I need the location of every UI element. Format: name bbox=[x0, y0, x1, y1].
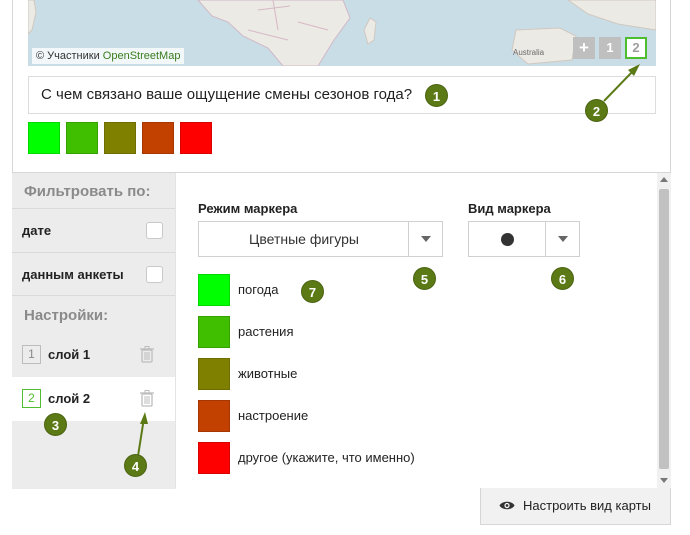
legend-label: другое (укажите, что именно) bbox=[238, 450, 415, 465]
marker-view-label: Вид маркера bbox=[468, 201, 551, 216]
sidebar-layer-2[interactable]: 2 слой 2 bbox=[12, 377, 176, 421]
swatch-plants[interactable] bbox=[66, 122, 98, 154]
chevron-down-icon bbox=[545, 222, 579, 256]
marker-mode-value: Цветные фигуры bbox=[249, 231, 359, 247]
filter-survey-row[interactable]: данным анкеты bbox=[12, 252, 175, 296]
marker-mode-select[interactable]: Цветные фигуры bbox=[198, 221, 443, 257]
legend-label: настроение bbox=[238, 408, 309, 423]
openstreetmap-link[interactable]: OpenStreetMap bbox=[103, 50, 181, 62]
swatch-other[interactable] bbox=[180, 122, 212, 154]
scroll-down-icon[interactable] bbox=[660, 478, 668, 483]
annotation-badge-1: 1 bbox=[425, 84, 448, 107]
trash-icon[interactable] bbox=[140, 346, 154, 363]
layer-2-label: слой 2 bbox=[48, 391, 91, 406]
legend-swatch[interactable] bbox=[198, 274, 230, 306]
filter-date-row[interactable]: дате bbox=[12, 208, 175, 252]
layer-2-button[interactable]: 2 bbox=[625, 37, 647, 59]
sidebar: Фильтровать по: дате данным анкеты Настр… bbox=[12, 173, 176, 489]
legend-label: погода bbox=[238, 282, 279, 297]
attribution-prefix: © Участники bbox=[36, 50, 103, 62]
layer-1-button[interactable]: 1 bbox=[599, 37, 621, 59]
legend-label: животные bbox=[238, 366, 298, 381]
marker-mode-label: Режим маркера bbox=[198, 201, 298, 216]
map-layer-controls: + 1 2 bbox=[573, 37, 647, 59]
annotation-badge-4: 4 bbox=[124, 454, 147, 477]
settings-panel: Фильтровать по: дате данным анкеты Настр… bbox=[12, 172, 671, 489]
question-text: С чем связано ваше ощущение смены сезоно… bbox=[28, 76, 656, 114]
marker-settings: Режим маркера Цветные фигуры Вид маркера… bbox=[175, 173, 657, 489]
scroll-thumb[interactable] bbox=[659, 189, 669, 469]
legend-swatch[interactable] bbox=[198, 358, 230, 390]
configure-map-label: Настроить вид карты bbox=[523, 498, 651, 513]
layer-1-label: слой 1 bbox=[48, 347, 91, 362]
trash-icon[interactable] bbox=[140, 390, 154, 407]
settings-heading: Настройки: bbox=[24, 307, 109, 324]
sidebar-layer-1[interactable]: 1 слой 1 bbox=[12, 333, 175, 377]
filter-date-checkbox[interactable] bbox=[146, 222, 163, 239]
annotation-badge-3: 3 bbox=[44, 413, 67, 436]
legend-label: растения bbox=[238, 324, 294, 339]
marker-view-select[interactable] bbox=[468, 221, 580, 257]
chevron-down-icon bbox=[408, 222, 442, 256]
annotation-badge-5: 5 bbox=[413, 267, 436, 290]
filter-survey-label: данным анкеты bbox=[22, 267, 124, 282]
legend-swatch[interactable] bbox=[198, 400, 230, 432]
scroll-up-icon[interactable] bbox=[660, 177, 668, 182]
layer-1-number: 1 bbox=[22, 345, 41, 364]
legend-swatch[interactable] bbox=[198, 442, 230, 474]
annotation-badge-2: 2 bbox=[585, 99, 608, 122]
color-swatches bbox=[28, 122, 212, 154]
swatch-animals[interactable] bbox=[104, 122, 136, 154]
add-layer-button[interactable]: + bbox=[573, 37, 595, 59]
filter-heading: Фильтровать по: bbox=[24, 183, 151, 200]
panel-scrollbar[interactable] bbox=[657, 173, 671, 489]
annotation-badge-7: 7 bbox=[301, 280, 324, 303]
swatch-weather[interactable] bbox=[28, 122, 60, 154]
configure-map-button[interactable]: Настроить вид карты bbox=[480, 488, 671, 525]
layer-2-number: 2 bbox=[22, 389, 41, 408]
map-region-label: Australia bbox=[513, 48, 545, 57]
filter-date-label: дате bbox=[22, 223, 52, 238]
legend-swatch[interactable] bbox=[198, 316, 230, 348]
map-attribution: © Участники OpenStreetMap bbox=[32, 48, 185, 64]
circle-marker-icon bbox=[501, 233, 514, 246]
annotation-badge-6: 6 bbox=[551, 267, 574, 290]
swatch-mood[interactable] bbox=[142, 122, 174, 154]
filter-survey-checkbox[interactable] bbox=[146, 266, 163, 283]
eye-icon bbox=[499, 501, 515, 510]
